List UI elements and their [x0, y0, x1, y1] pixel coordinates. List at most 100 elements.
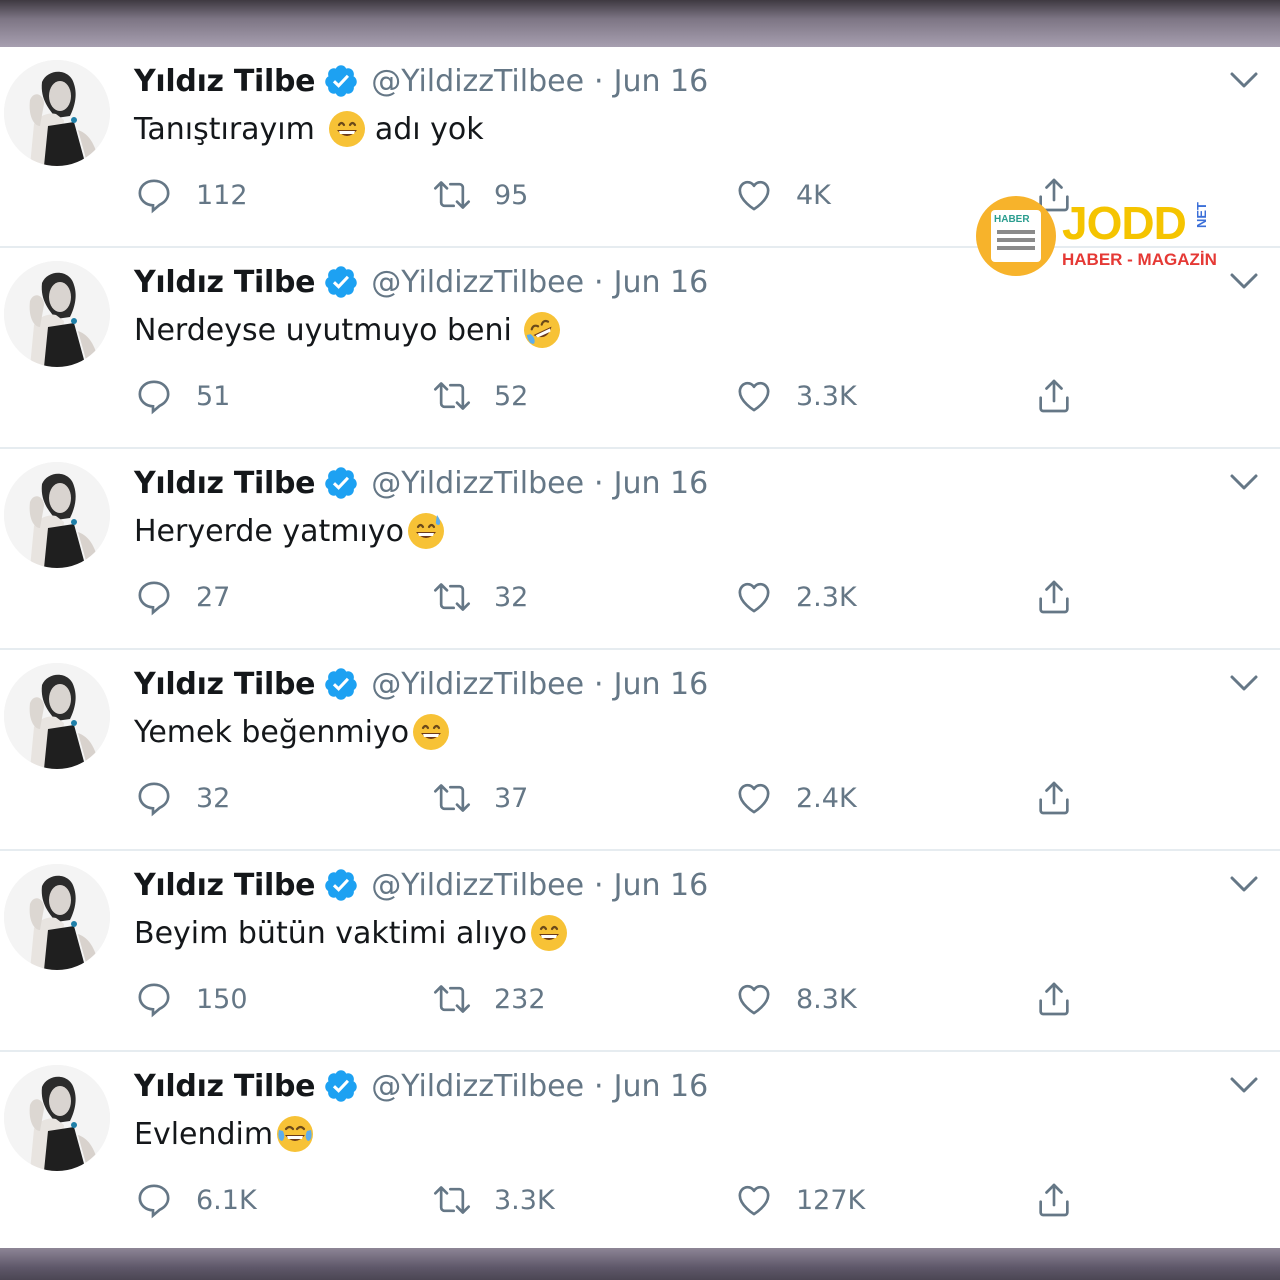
like-count: 3.3K: [796, 380, 857, 412]
verified-badge-icon: [325, 869, 357, 901]
share-button[interactable]: [1034, 975, 1074, 1023]
watermark-brand: JODD: [1062, 197, 1187, 249]
author-name[interactable]: Yıldız Tilbe: [134, 466, 316, 501]
author-handle[interactable]: @YildizzTilbee: [371, 64, 584, 99]
tears-of-joy-emoji: [277, 1116, 314, 1152]
share-button[interactable]: [1034, 1176, 1074, 1224]
share-icon: [1039, 379, 1069, 413]
author-handle[interactable]: @YildizzTilbee: [371, 868, 584, 903]
reply-button[interactable]: 27: [134, 573, 230, 621]
watermark-badge: HABER: [994, 214, 1030, 225]
verified-badge-icon: [325, 1070, 357, 1102]
author-handle[interactable]: @YildizzTilbee: [371, 667, 584, 702]
tweet-text-main: Yemek beğenmiyo: [134, 714, 410, 750]
reply-button[interactable]: 32: [134, 774, 230, 822]
retweet-count: 32: [494, 581, 529, 613]
grinning-face-emoji: [413, 714, 450, 750]
retweet-button[interactable]: 32: [432, 573, 528, 621]
retweet-icon: [434, 985, 470, 1013]
tweet-date[interactable]: Jun 16: [614, 265, 709, 300]
avatar[interactable]: [4, 261, 110, 367]
reply-icon: [138, 380, 170, 415]
author-name[interactable]: Yıldız Tilbe: [134, 64, 316, 99]
tweet-date[interactable]: Jun 16: [614, 667, 709, 702]
chevron-down-icon[interactable]: [1226, 67, 1262, 93]
like-count: 127K: [796, 1184, 866, 1216]
share-button[interactable]: [1034, 372, 1074, 420]
grinning-face-emoji: [328, 111, 365, 147]
like-button[interactable]: 4K: [734, 171, 831, 219]
tweet[interactable]: Yıldız Tilbe @YildizzTilbee · Jun 16 Her…: [0, 449, 1280, 650]
like-count: 2.3K: [796, 581, 857, 613]
share-button[interactable]: [1034, 774, 1074, 822]
photo-top-border: [0, 0, 1280, 47]
author-name[interactable]: Yıldız Tilbe: [134, 265, 316, 300]
reply-count: 51: [196, 380, 231, 412]
avatar[interactable]: [4, 462, 110, 568]
author-name[interactable]: Yıldız Tilbe: [134, 868, 316, 903]
tweet-text-main: Nerdeyse uyutmuyo beni: [134, 312, 512, 348]
tweet-actions: 51 52 3.3K: [134, 372, 1094, 420]
retweet-button[interactable]: 3.3K: [432, 1176, 555, 1224]
avatar[interactable]: [4, 1065, 110, 1171]
like-button[interactable]: 2.3K: [734, 573, 857, 621]
reply-button[interactable]: 112: [134, 171, 248, 219]
author-handle[interactable]: @YildizzTilbee: [371, 466, 584, 501]
retweet-count: 95: [494, 179, 529, 211]
retweet-button[interactable]: 52: [432, 372, 528, 420]
tweet-date[interactable]: Jun 16: [614, 64, 709, 99]
like-button[interactable]: 8.3K: [734, 975, 857, 1023]
like-button[interactable]: 3.3K: [734, 372, 857, 420]
author-name[interactable]: Yıldız Tilbe: [134, 667, 316, 702]
avatar[interactable]: [4, 663, 110, 769]
reply-count: 150: [196, 983, 248, 1015]
chevron-down-icon[interactable]: [1226, 1072, 1262, 1098]
chevron-down-icon[interactable]: [1226, 670, 1262, 696]
heart-icon: [738, 381, 770, 412]
heart-icon: [738, 783, 770, 814]
avatar[interactable]: [4, 60, 110, 166]
verified-badge-icon: [325, 65, 357, 97]
like-count: 8.3K: [796, 983, 857, 1015]
retweet-icon: [434, 181, 470, 209]
tweet[interactable]: Yıldız Tilbe @YildizzTilbee · Jun 16 Bey…: [0, 851, 1280, 1052]
tweet-text-main: Evlendim: [134, 1116, 274, 1152]
share-icon: [1039, 1183, 1069, 1217]
share-button[interactable]: [1034, 573, 1074, 621]
tweet-date[interactable]: Jun 16: [614, 1069, 709, 1104]
dot-separator: ·: [594, 264, 604, 300]
avatar[interactable]: [4, 864, 110, 970]
retweet-button[interactable]: 37: [432, 774, 528, 822]
reply-count: 6.1K: [196, 1184, 257, 1216]
sweat-smile-emoji: [407, 513, 444, 549]
reply-button[interactable]: 6.1K: [134, 1176, 257, 1224]
reply-button[interactable]: 150: [134, 975, 248, 1023]
chevron-down-icon[interactable]: [1226, 469, 1262, 495]
like-button[interactable]: 127K: [734, 1176, 865, 1224]
dot-separator: ·: [594, 465, 604, 501]
tweet-date[interactable]: Jun 16: [614, 466, 709, 501]
reply-count: 112: [196, 179, 248, 211]
author-name[interactable]: Yıldız Tilbe: [134, 1069, 316, 1104]
tweet[interactable]: Yıldız Tilbe @YildizzTilbee · Jun 16 Evl…: [0, 1052, 1280, 1253]
verified-badge-icon: [325, 467, 357, 499]
reply-icon: [138, 1184, 170, 1219]
reply-button[interactable]: 51: [134, 372, 230, 420]
reply-icon: [138, 782, 170, 817]
chevron-down-icon[interactable]: [1226, 871, 1262, 897]
tweet-text: Tanıştırayım adı yok: [134, 107, 484, 151]
author-handle[interactable]: @YildizzTilbee: [371, 265, 584, 300]
retweet-button[interactable]: 95: [432, 171, 528, 219]
heart-icon: [738, 582, 770, 613]
tweet-text: Evlendim: [134, 1112, 315, 1156]
reply-icon: [138, 983, 170, 1018]
retweet-button[interactable]: 232: [432, 975, 546, 1023]
tweet[interactable]: Yıldız Tilbe @YildizzTilbee · Jun 16 Yem…: [0, 650, 1280, 851]
rolling-laughing-emoji: [523, 312, 560, 348]
dot-separator: ·: [594, 867, 604, 903]
tweet-actions: 112 95 4K: [134, 171, 1094, 219]
like-button[interactable]: 2.4K: [734, 774, 857, 822]
author-handle[interactable]: @YildizzTilbee: [371, 1069, 584, 1104]
tweet-date[interactable]: Jun 16: [614, 868, 709, 903]
verified-badge-icon: [325, 668, 357, 700]
